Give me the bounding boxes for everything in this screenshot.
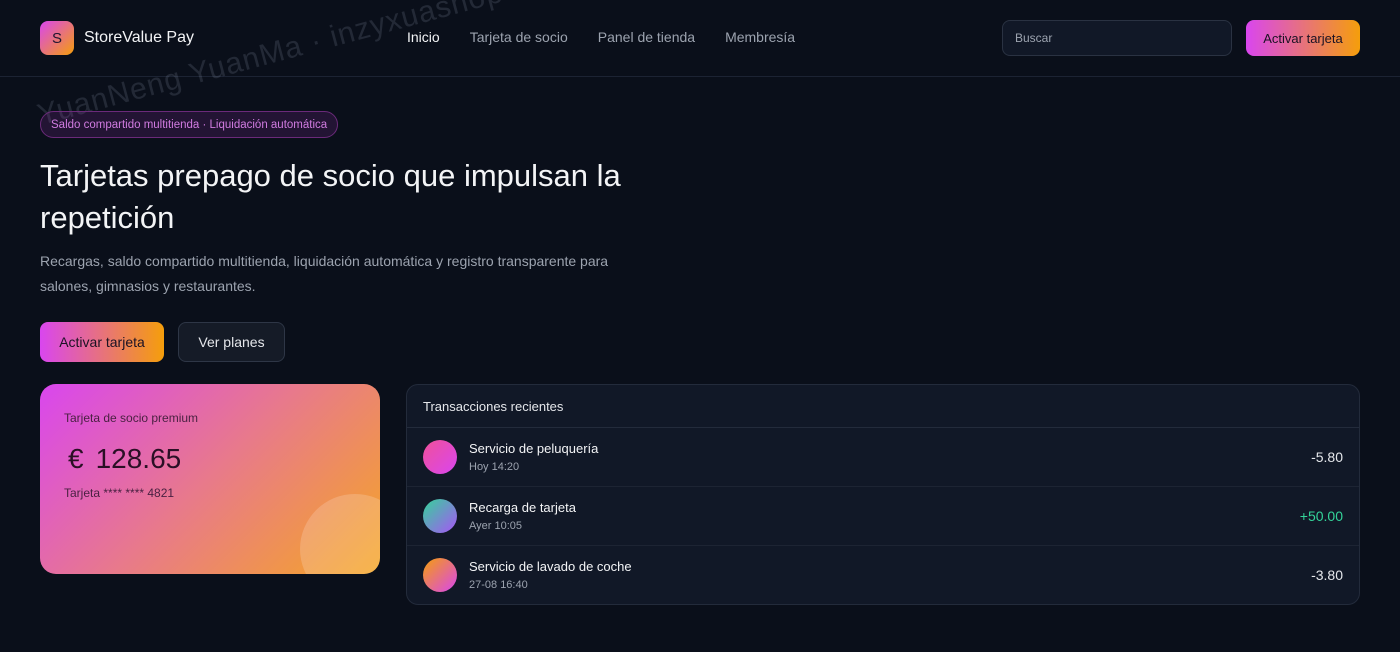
transaction-row[interactable]: Servicio de peluquería Hoy 14:20 -5.80 [407, 428, 1359, 487]
nav-link-membresia[interactable]: Membresía [725, 29, 795, 45]
nav-link-panel-de-tienda[interactable]: Panel de tienda [598, 29, 695, 45]
transaction-row[interactable]: Servicio de lavado de coche 27-08 16:40 … [407, 546, 1359, 604]
transactions-title: Transacciones recientes [407, 385, 1359, 428]
transaction-time: Hoy 14:20 [469, 461, 520, 473]
brand-logo: S [40, 21, 74, 55]
card-decoration-circle [300, 494, 380, 574]
card-balance-value: 128.65 [95, 443, 182, 474]
nav-link-inicio[interactable]: Inicio [407, 29, 440, 45]
hero-title: Tarjetas prepago de socio que impulsan l… [40, 158, 621, 235]
nav-link-tarjeta-de-socio[interactable]: Tarjeta de socio [470, 29, 568, 45]
transaction-name: Servicio de lavado de coche [469, 559, 632, 574]
transaction-amount: +50.00 [1299, 508, 1343, 524]
transaction-avatar [423, 558, 457, 592]
transaction-name: Servicio de peluquería [469, 441, 599, 456]
activate-card-button[interactable]: Activar tarjeta [40, 322, 164, 362]
top-header: S StoreValue Pay Inicio Tarjeta de socio… [0, 0, 1400, 77]
view-plans-button[interactable]: Ver planes [178, 322, 285, 362]
transaction-amount: -5.80 [1311, 449, 1343, 465]
transaction-time: 27-08 16:40 [469, 579, 528, 591]
brand-name: StoreValue Pay [84, 29, 194, 46]
card-balance: € 128.65 [68, 443, 181, 475]
search-input[interactable] [1002, 20, 1232, 56]
transaction-time: Ayer 10:05 [469, 520, 523, 532]
header-activate-card-button[interactable]: Activar tarjeta [1246, 20, 1360, 56]
card-label: Tarjeta de socio premium [64, 411, 199, 425]
transactions-panel: Transacciones recientes Servicio de pelu… [406, 384, 1360, 605]
main-nav: Inicio Tarjeta de socio Panel de tienda … [407, 29, 795, 45]
card-currency: € [68, 443, 84, 474]
member-card[interactable]: Tarjeta de socio premium € 128.65 Tarjet… [40, 384, 380, 574]
transaction-avatar [423, 440, 457, 474]
brand[interactable]: S StoreValue Pay [40, 21, 194, 55]
page: S StoreValue Pay Inicio Tarjeta de socio… [0, 0, 1400, 652]
transaction-amount: -3.80 [1311, 567, 1343, 583]
transaction-avatar [423, 499, 457, 533]
card-number: Tarjeta **** **** 4821 [64, 486, 175, 500]
feature-badge: Saldo compartido multitienda · Liquidaci… [40, 111, 339, 138]
transaction-name: Recarga de tarjeta [469, 500, 576, 515]
transaction-row[interactable]: Recarga de tarjeta Ayer 10:05 +50.00 [407, 487, 1359, 546]
hero-subtitle: Recargas, saldo compartido multitienda, … [40, 253, 609, 294]
